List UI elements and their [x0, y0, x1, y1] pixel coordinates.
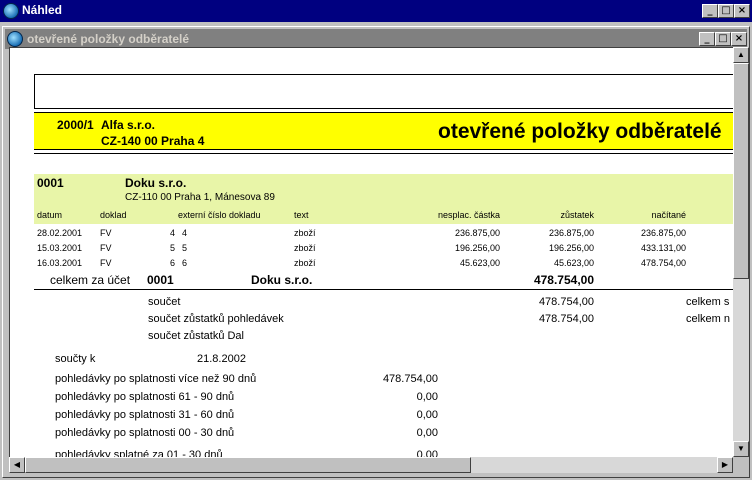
company-code: 2000/1 [57, 118, 94, 132]
col-doklad: doklad [100, 210, 127, 220]
row-zustatek: 236.875,00 [548, 228, 594, 238]
customer-address: CZ-110 00 Praha 1, Mánesova 89 [125, 192, 275, 203]
minimize-button[interactable]: _ [702, 4, 718, 18]
pohledavek-value: 478.754,00 [538, 313, 594, 325]
main-title-bar[interactable]: Náhled _ □ × [0, 0, 752, 22]
customer-name: Doku s.r.o. [125, 176, 187, 190]
col-nacitane: načítané [651, 210, 686, 220]
report-minimize-button[interactable]: _ [699, 32, 715, 46]
vertical-scroll-thumb[interactable] [733, 63, 749, 279]
report-window-title: otevřené položky odběratelé [27, 32, 190, 46]
row-datum: 15.03.2001 [37, 243, 83, 253]
row-doklad: FV [100, 228, 112, 238]
account-total-code: 0001 [147, 273, 174, 287]
report-close-button[interactable]: × [731, 32, 747, 46]
scroll-up-arrow-icon[interactable]: ▲ [733, 47, 749, 63]
pohledavek-right: celkem n [686, 313, 731, 325]
horizontal-scrollbar[interactable]: ◀ ▶ [9, 457, 733, 473]
col-datum: datum [37, 210, 63, 220]
account-total-name: Doku s.r.o. [251, 273, 313, 287]
row-datum: 16.03.2001 [37, 258, 83, 268]
report-title: otevřené položky odběratelé [438, 120, 722, 143]
account-total-value: 478.754,00 [533, 273, 594, 287]
sums-label: součty k [55, 353, 96, 365]
row-text: zboží [294, 243, 316, 253]
company-name: Alfa s.r.o. [101, 118, 156, 132]
row-nacitane: 478.754,00 [640, 258, 686, 268]
row-nesplac: 45.623,00 [459, 258, 500, 268]
row-num: 6 [170, 258, 176, 268]
col-externi: externí číslo dokladu [178, 210, 261, 220]
report-restore-button[interactable]: □ [715, 32, 731, 46]
soucet-value: 478.754,00 [538, 296, 594, 308]
row-nacitane: 433.131,00 [640, 243, 686, 253]
report-title-bar[interactable]: otevřené položky odběratelé _ □ × [5, 29, 747, 49]
sum-item-label: pohledávky po splatnosti více než 90 dnů [55, 373, 257, 385]
sum-item-label: pohledávky po splatnosti 00 - 30 dnů [55, 427, 235, 439]
pohledavek-label: součet zůstatků pohledávek [148, 313, 284, 325]
soucet-label: součet [148, 296, 181, 308]
row-nacitane: 236.875,00 [640, 228, 686, 238]
sum-item-label: pohledávky splatné za 01 - 30 dnů [55, 449, 223, 457]
sum-item-label: pohledávky po splatnosti 61 - 90 dnů [55, 391, 235, 403]
maximize-button[interactable]: □ [718, 4, 734, 18]
scroll-right-arrow-icon[interactable]: ▶ [717, 457, 733, 473]
row-num: 5 [170, 243, 176, 253]
frame-top-line [34, 74, 733, 75]
sum-item-value: 478.754,00 [382, 373, 438, 385]
row-text: zboží [294, 258, 316, 268]
report-preview[interactable]: 2000/1 Alfa s.r.o. CZ-140 00 Praha 4 ote… [9, 47, 733, 457]
header-separator [34, 153, 733, 154]
account-total-label: celkem za účet [50, 273, 131, 287]
total-separator [34, 289, 733, 290]
row-text: zboží [294, 228, 316, 238]
frame-bottom-line [34, 108, 733, 109]
row-zustatek: 196.256,00 [548, 243, 594, 253]
report-globe-icon[interactable] [7, 31, 23, 47]
row-ext: 5 [182, 243, 188, 253]
row-num: 4 [170, 228, 176, 238]
row-doklad: FV [100, 243, 112, 253]
row-zustatek: 45.623,00 [553, 258, 594, 268]
sum-item-label: pohledávky po splatnosti 31 - 60 dnů [55, 409, 235, 421]
close-button[interactable]: × [734, 4, 750, 18]
row-nesplac: 236.875,00 [454, 228, 500, 238]
sum-item-value: 0,00 [416, 391, 438, 403]
col-zustatek: zůstatek [560, 210, 594, 220]
scroll-down-arrow-icon[interactable]: ▼ [733, 441, 749, 457]
col-nesplac: nesplac. částka [437, 210, 500, 220]
sum-item-value: 0,00 [416, 409, 438, 421]
row-nesplac: 196.256,00 [454, 243, 500, 253]
sum-item-value: 0,00 [416, 449, 438, 457]
window-title: Náhled [22, 3, 63, 17]
customer-code: 0001 [37, 176, 64, 190]
vertical-scrollbar[interactable]: ▲ ▼ [733, 47, 749, 457]
scroll-left-arrow-icon[interactable]: ◀ [9, 457, 25, 473]
sum-item-value: 0,00 [416, 427, 438, 439]
row-datum: 28.02.2001 [37, 228, 83, 238]
horizontal-scroll-thumb[interactable] [25, 457, 471, 473]
row-doklad: FV [100, 258, 112, 268]
scrollbar-corner [733, 457, 749, 473]
soucet-right: celkem s [686, 296, 730, 308]
row-ext: 6 [182, 258, 188, 268]
dal-label: součet zůstatků Dal [148, 330, 244, 342]
sums-date: 21.8.2002 [197, 353, 246, 365]
frame-left-line [34, 74, 35, 108]
row-ext: 4 [182, 228, 188, 238]
col-text: text [294, 210, 309, 220]
company-address: CZ-140 00 Praha 4 [101, 134, 205, 148]
report-window: otevřené položky odběratelé _ □ × 2000/1… [2, 26, 750, 478]
app-globe-icon[interactable] [3, 3, 19, 19]
